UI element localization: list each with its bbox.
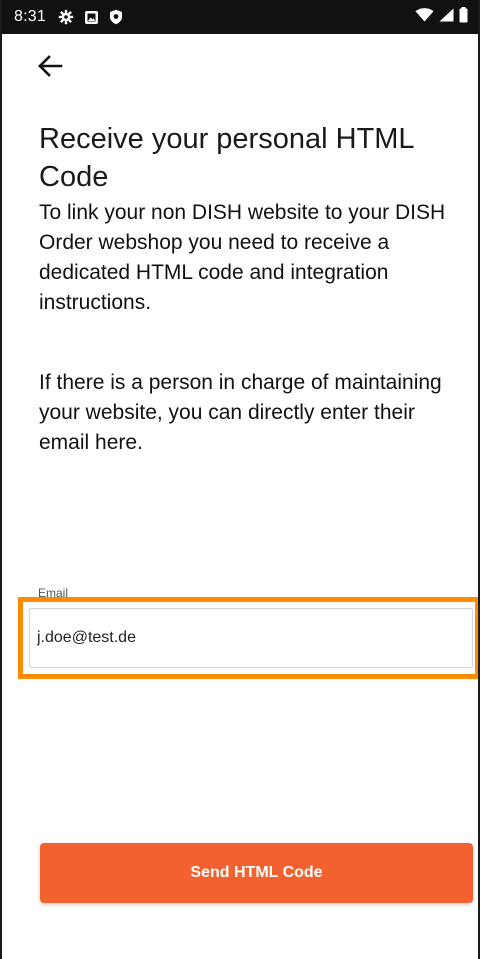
email-input[interactable] xyxy=(29,608,473,668)
settings-icon xyxy=(58,9,74,25)
wifi-icon xyxy=(415,7,434,27)
status-system-icons xyxy=(415,6,468,28)
status-bar: 8:31 xyxy=(2,0,478,34)
screen: 8:31 Receive your personal HTML Code To … xyxy=(0,0,480,959)
shield-icon xyxy=(109,9,123,25)
cellular-signal-icon xyxy=(439,8,454,27)
back-button[interactable] xyxy=(32,52,68,84)
helper-text: If there is a person in charge of mainta… xyxy=(39,371,442,454)
status-time: 8:31 xyxy=(14,8,46,25)
email-label: Email xyxy=(38,586,69,598)
intro-text: To link your non DISH website to your DI… xyxy=(39,201,446,314)
status-notification-icons xyxy=(58,9,123,25)
arrow-left-icon xyxy=(37,54,63,82)
battery-icon xyxy=(459,6,468,28)
photo-icon xyxy=(84,10,99,25)
send-html-code-button[interactable]: Send HTML Code xyxy=(40,843,473,903)
status-left: 8:31 xyxy=(14,8,123,26)
page-title: Receive your personal HTML Code xyxy=(39,123,414,193)
